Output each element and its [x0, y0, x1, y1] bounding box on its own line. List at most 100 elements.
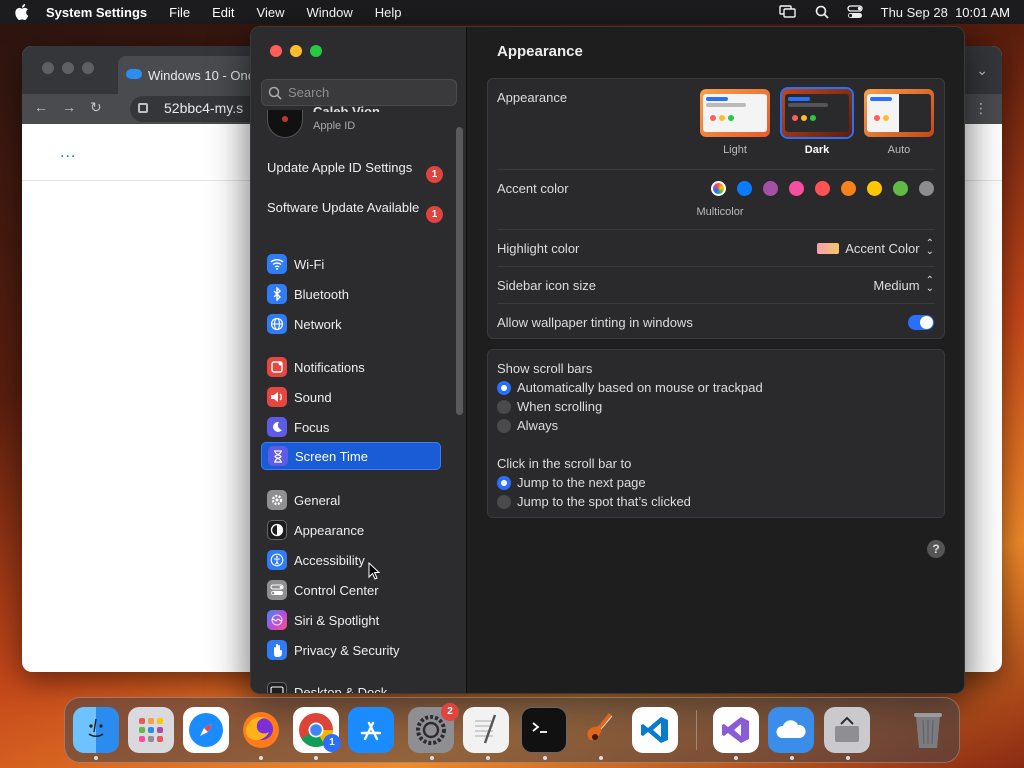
- accent-swatch-purple[interactable]: [763, 181, 778, 196]
- screen-mirroring-icon[interactable]: [778, 5, 797, 19]
- accent-swatch-graphite[interactable]: [919, 181, 934, 196]
- radio-button[interactable]: [497, 399, 511, 414]
- forward-arrow-icon[interactable]: →: [62, 99, 76, 116]
- appearance-option-dark[interactable]: [780, 87, 854, 139]
- update-apple-id-notice[interactable]: Update Apple ID Settings 1: [267, 160, 457, 183]
- onedrive-icon[interactable]: [768, 707, 814, 753]
- sidebar-item-general[interactable]: General: [261, 486, 441, 514]
- close-button[interactable]: [270, 45, 282, 57]
- menu-app-name[interactable]: System Settings: [46, 5, 147, 20]
- wifi-icon: [267, 254, 287, 274]
- browser-zoom-dot[interactable]: [82, 62, 94, 74]
- sidebar-item-privacy-security[interactable]: Privacy & Security: [261, 636, 441, 664]
- sidebar-item-wifi[interactable]: Wi-Fi: [261, 250, 441, 278]
- running-indicator: [734, 756, 738, 760]
- running-indicator: [543, 756, 547, 760]
- app-store-icon[interactable]: [348, 707, 394, 753]
- running-indicator: [94, 756, 98, 760]
- highlight-swatch: [817, 242, 840, 254]
- apple-id-profile[interactable]: Caleb Vion Apple ID: [267, 104, 457, 138]
- more-menu-icon[interactable]: ⋮: [974, 100, 988, 117]
- browser-minimize-dot[interactable]: [62, 62, 74, 74]
- radio-jump-next-page[interactable]: Jump to the next page: [497, 475, 646, 490]
- radio-button[interactable]: [497, 418, 511, 433]
- firefox-icon[interactable]: [238, 707, 284, 753]
- notification-badge: 1: [426, 166, 443, 183]
- appearance-icon: [267, 520, 287, 540]
- trash-icon[interactable]: [905, 707, 951, 753]
- accent-swatch-yellow[interactable]: [867, 181, 882, 196]
- back-arrow-icon[interactable]: ←: [34, 99, 48, 116]
- vscode-icon[interactable]: [632, 707, 678, 753]
- menu-view[interactable]: View: [257, 5, 285, 20]
- globe-icon: [267, 314, 287, 334]
- accent-swatch-red[interactable]: [815, 181, 830, 196]
- control-center-icon[interactable]: [846, 5, 863, 19]
- visual-studio-icon[interactable]: [713, 707, 759, 753]
- menu-file[interactable]: File: [169, 5, 190, 20]
- garageband-icon[interactable]: [577, 707, 623, 753]
- reload-icon[interactable]: ↻: [90, 99, 102, 116]
- accent-swatch-orange[interactable]: [841, 181, 856, 196]
- menu-help[interactable]: Help: [375, 5, 402, 20]
- search-input[interactable]: [288, 85, 448, 100]
- migration-assistant-icon[interactable]: [824, 707, 870, 753]
- sidebar-item-sound[interactable]: Sound: [261, 383, 441, 411]
- running-indicator: [846, 756, 850, 760]
- radio-button[interactable]: [497, 380, 511, 395]
- gear-icon: [267, 490, 287, 510]
- sidebar-item-appearance[interactable]: Appearance: [261, 516, 441, 544]
- sidebar-item-screen-time[interactable]: Screen Time: [261, 442, 441, 470]
- sidebar-item-focus[interactable]: Focus: [261, 413, 441, 441]
- menu-edit[interactable]: Edit: [212, 5, 234, 20]
- textedit-icon[interactable]: [463, 707, 509, 753]
- highlight-color-select[interactable]: Accent Color ⌃ ⌄: [817, 239, 934, 257]
- sidebar-item-notifications[interactable]: Notifications: [261, 353, 441, 381]
- accent-swatch-pink[interactable]: [789, 181, 804, 196]
- radio-scroll-auto[interactable]: Automatically based on mouse or trackpad: [497, 380, 763, 395]
- sidebar-item-label: Sound: [294, 389, 332, 405]
- sidebar-item-control-center[interactable]: Control Center: [261, 576, 441, 604]
- highlight-color-value: Accent Color: [845, 240, 920, 256]
- sidebar-item-siri-spotlight[interactable]: Siri & Spotlight: [261, 606, 441, 634]
- wallpaper-tinting-toggle[interactable]: [908, 315, 934, 330]
- more-options-icon[interactable]: ...: [60, 144, 76, 162]
- menu-clock[interactable]: Thu Sep 28 10:01 AM: [881, 5, 1010, 20]
- accent-swatch-blue[interactable]: [737, 181, 752, 196]
- notification-badge: 1: [426, 206, 443, 223]
- radio-button[interactable]: [497, 494, 511, 509]
- sidebar-item-bluetooth[interactable]: Bluetooth: [261, 280, 441, 308]
- mouse-cursor-icon: [368, 562, 380, 580]
- scroll-bar-settings-card: Show scroll bars Automatically based on …: [487, 349, 945, 518]
- radio-jump-to-spot[interactable]: Jump to the spot that’s clicked: [497, 494, 691, 509]
- launchpad-icon[interactable]: [128, 707, 174, 753]
- sidebar-item-desktop-dock[interactable]: Desktop & Dock: [261, 678, 441, 693]
- sidebar-item-accessibility[interactable]: Accessibility: [261, 546, 441, 574]
- finder-icon[interactable]: [73, 707, 119, 753]
- radio-scroll-when-scrolling[interactable]: When scrolling: [497, 399, 602, 414]
- sidebar-item-network[interactable]: Network: [261, 310, 441, 338]
- radio-scroll-always[interactable]: Always: [497, 418, 558, 433]
- browser-close-dot[interactable]: [42, 62, 54, 74]
- sidebar-icon-size-select[interactable]: Medium ⌃ ⌄: [873, 276, 934, 294]
- radio-button[interactable]: [497, 475, 511, 490]
- accent-swatch-multicolor[interactable]: [711, 181, 726, 196]
- chevron-down-icon[interactable]: ⌄: [976, 62, 988, 79]
- sidebar-item-label: Notifications: [294, 359, 365, 375]
- software-update-notice[interactable]: Software Update Available 1: [267, 200, 457, 223]
- menu-window[interactable]: Window: [306, 5, 352, 20]
- appearance-option-auto[interactable]: [862, 87, 936, 139]
- safari-icon[interactable]: [183, 707, 229, 753]
- sidebar-search[interactable]: [261, 79, 457, 106]
- apple-icon[interactable]: [14, 4, 30, 20]
- minimize-button[interactable]: [290, 45, 302, 57]
- help-button[interactable]: ?: [927, 540, 945, 558]
- terminal-icon[interactable]: [521, 707, 567, 753]
- zoom-button[interactable]: [310, 45, 322, 57]
- sidebar-item-label: General: [294, 492, 341, 508]
- accent-swatch-green[interactable]: [893, 181, 908, 196]
- highlight-color-label: Highlight color: [497, 241, 580, 256]
- sidebar-scrollbar[interactable]: [456, 127, 463, 415]
- spotlight-search-icon[interactable]: [815, 5, 829, 19]
- appearance-option-light[interactable]: [698, 87, 772, 139]
